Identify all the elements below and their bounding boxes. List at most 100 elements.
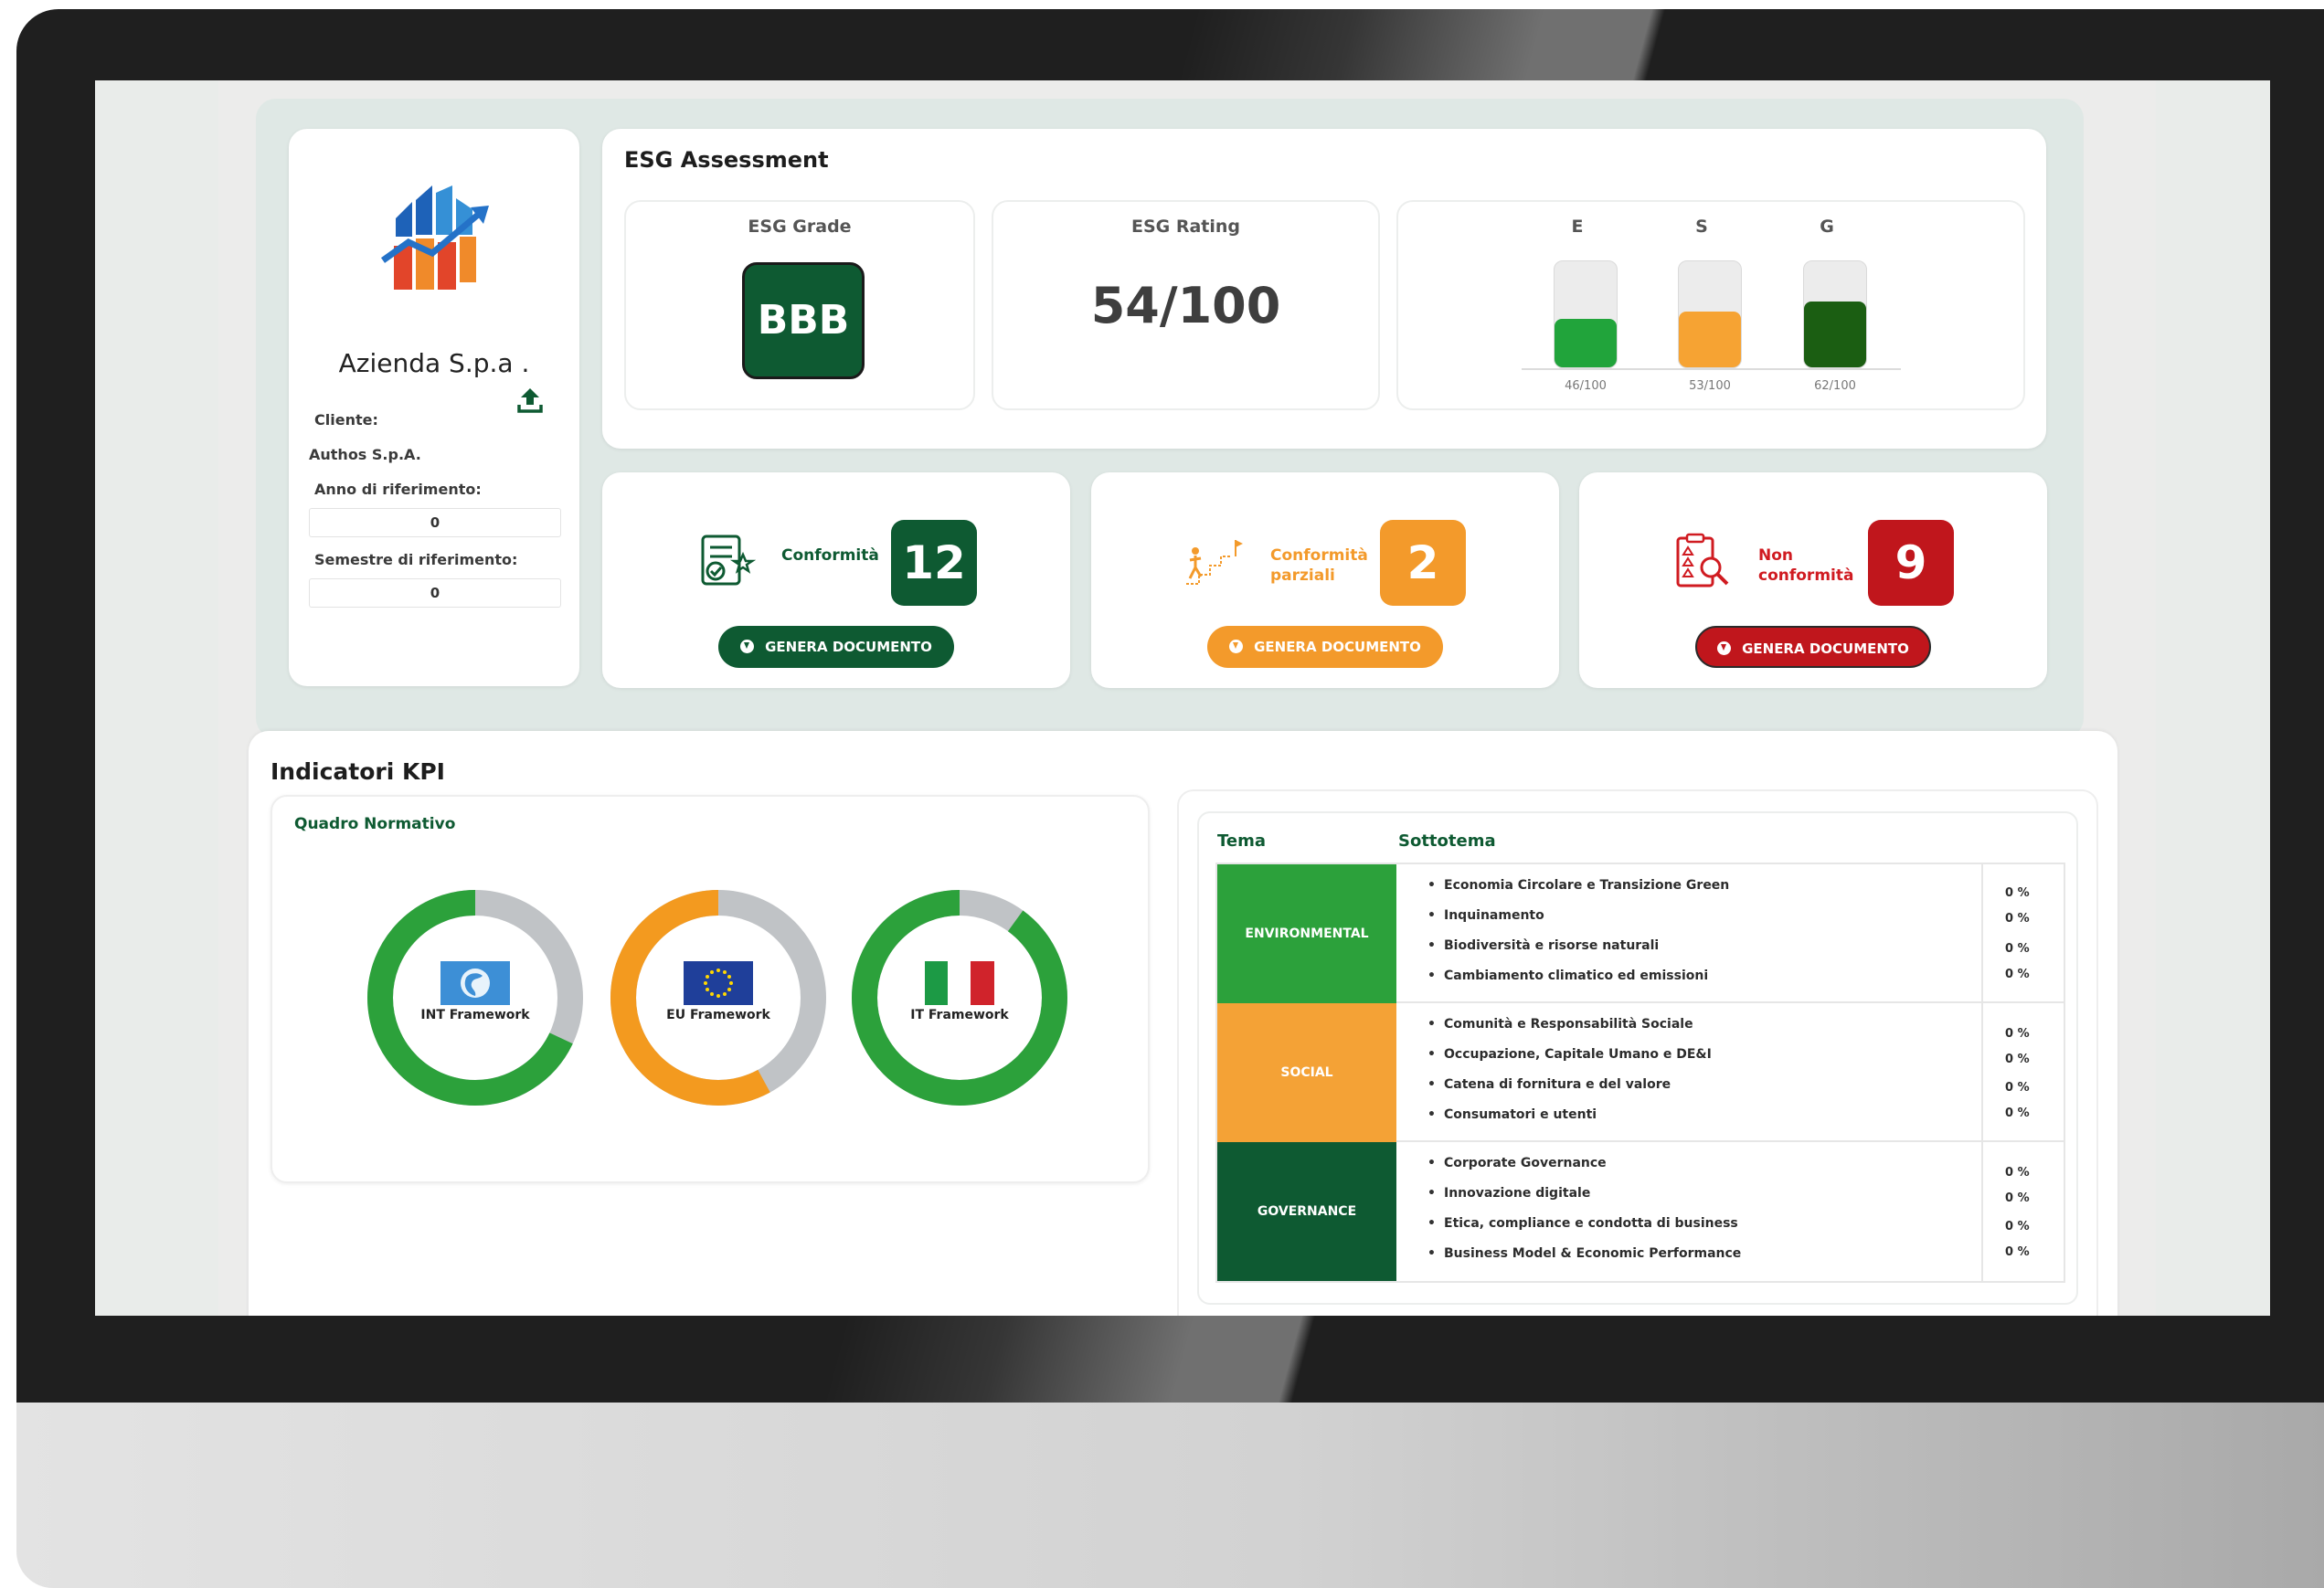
subtheme-list-environmental: Economia Circolare e Transizione Green I… (1427, 877, 1729, 998)
company-card: Azienda S.p.a . Cliente: Authos S.p.A. A… (289, 129, 579, 686)
non-conformity-label-line2: conformità (1758, 566, 1854, 585)
pillar-letter-e: E (1571, 217, 1584, 237)
percent-column: 0 % 0 % 0 % 0 % (1981, 1142, 2064, 1281)
esg-rating-card: ESG Rating 54/100 (992, 200, 1380, 410)
subtheme-list-governance: Corporate Governance Innovazione digital… (1427, 1155, 1741, 1276)
download-icon (1229, 640, 1244, 653)
list-item: Occupazione, Capitale Umano e DE&I (1427, 1046, 1712, 1076)
bar-axis (1522, 368, 1901, 370)
subtheme-list-social: Comunità e Responsabilità Sociale Occupa… (1427, 1016, 1712, 1137)
kpi-title: Indicatori KPI (271, 758, 445, 785)
esg-grade-card: ESG Grade BBB (624, 200, 975, 410)
list-item: Business Model & Economic Performance (1427, 1245, 1741, 1276)
percent-value: 0 % (2005, 1191, 2030, 1205)
percent-value: 0 % (2005, 886, 2030, 900)
pillar-bar-fill-g (1804, 302, 1866, 367)
partial-conformity-label-line1: Conformità (1270, 546, 1368, 565)
list-item: Biodiversità e risorse naturali (1427, 937, 1729, 968)
percent-value: 0 % (2005, 1027, 2030, 1041)
tema-environmental: ENVIRONMENTAL (1217, 864, 1396, 1003)
stairs-climber-icon (1186, 540, 1243, 585)
int-framework-donut[interactable]: INT Framework (366, 888, 585, 1107)
percent-value: 0 % (2005, 1220, 2030, 1233)
eu-framework-donut[interactable]: EU Framework (609, 888, 828, 1107)
upload-icon[interactable] (517, 386, 543, 414)
list-item: Catena di fornitura e del valore (1427, 1076, 1712, 1106)
percent-value: 0 % (2005, 1245, 2030, 1259)
list-item: Etica, compliance e condotta di business (1427, 1215, 1741, 1245)
pillar-letter-s: S (1695, 217, 1708, 237)
sottotema-header: Sottotema (1398, 831, 1496, 851)
percent-value: 0 % (2005, 912, 2030, 926)
document-check-icon (701, 535, 756, 586)
generate-document-button-non-conformity[interactable]: GENERA DOCUMENTO (1695, 626, 1931, 668)
quadro-normativo-title: Quadro Normativo (294, 815, 456, 833)
conformity-label-line1: Conformità (781, 546, 879, 565)
percent-value: 0 % (2005, 942, 2030, 956)
year-field[interactable]: 0 (309, 508, 561, 537)
quadro-normativo-card: Quadro Normativo INT Framework EU Framew… (271, 795, 1150, 1183)
non-conformity-label-line1: Non (1758, 546, 1794, 565)
pillar-letter-g: G (1820, 217, 1834, 237)
esg-rating-label: ESG Rating (1130, 217, 1241, 237)
pillar-score-e: 46/100 (1565, 379, 1607, 393)
esg-rating-value: 54/100 (1090, 277, 1281, 334)
generate-document-button-partial[interactable]: GENERA DOCUMENTO (1207, 626, 1443, 668)
tema-social: SOCIAL (1217, 1003, 1396, 1142)
list-item: Cambiamento climatico ed emissioni (1427, 968, 1729, 998)
generate-document-label: GENERA DOCUMENTO (1254, 639, 1421, 655)
list-item: Inquinamento (1427, 907, 1729, 937)
table-row: SOCIAL Comunità e Responsabilità Sociale… (1217, 1003, 2064, 1142)
download-icon (740, 640, 755, 653)
non-conformity-label: Non conformità (1758, 545, 1853, 586)
partial-conformity-label-line2: parziali (1270, 566, 1335, 585)
esg-assessment-card: ESG Assessment ESG Grade BBB ESG Rating … (602, 129, 2046, 449)
percent-column: 0 % 0 % 0 % 0 % (1981, 864, 2064, 1003)
generate-document-button-conformity[interactable]: GENERA DOCUMENTO (718, 626, 954, 668)
pillar-score-s: 53/100 (1689, 379, 1731, 393)
percent-value: 0 % (2005, 968, 2030, 981)
eu-framework-label: EU Framework (666, 1008, 770, 1022)
non-conformity-card: Non conformità 9 GENERA DOCUMENTO (1579, 472, 2047, 688)
list-item: Comunità e Responsabilità Sociale (1427, 1016, 1712, 1046)
table-row: ENVIRONMENTAL Economia Circolare e Trans… (1217, 864, 2064, 1003)
semester-label: Semestre di riferimento: (314, 551, 518, 568)
conformity-label: Conformità (781, 545, 879, 566)
client-label: Cliente: (314, 411, 378, 429)
tema-governance: GOVERNANCE (1217, 1142, 1396, 1281)
list-item: Consumatori e utenti (1427, 1106, 1712, 1137)
percent-value: 0 % (2005, 1081, 2030, 1095)
clipboard-search-icon (1676, 533, 1729, 588)
partial-conformity-card: Conformità parziali 2 GENERA DOCUMENTO (1091, 472, 1559, 688)
client-value: Authos S.p.A. (309, 446, 421, 463)
int-framework-label: INT Framework (420, 1008, 530, 1022)
percent-value: 0 % (2005, 1166, 2030, 1180)
tema-table-card: Tema Sottotema ENVIRONMENTAL Economia Ci… (1197, 811, 2078, 1305)
it-framework-donut[interactable]: IT Framework (850, 888, 1069, 1107)
pillar-bar-fill-s (1679, 311, 1741, 367)
generate-document-label: GENERA DOCUMENTO (765, 639, 932, 655)
esg-assessment-title: ESG Assessment (624, 147, 829, 173)
pillar-bar-track-e (1554, 260, 1618, 368)
pillar-bar-fill-e (1555, 318, 1617, 367)
tema-table: ENVIRONMENTAL Economia Circolare e Trans… (1215, 863, 2065, 1283)
company-logo (380, 185, 489, 290)
generate-document-label: GENERA DOCUMENTO (1742, 640, 1909, 657)
list-item: Innovazione digitale (1427, 1185, 1741, 1215)
conformity-count: 12 (891, 520, 977, 606)
kpi-section: Indicatori KPI Quadro Normativo INT Fram… (249, 731, 2117, 1316)
pillar-score-g: 62/100 (1814, 379, 1856, 393)
conformity-card: Conformità 12 GENERA DOCUMENTO (602, 472, 1070, 688)
pillar-bar-track-g (1803, 260, 1867, 368)
percent-value: 0 % (2005, 1106, 2030, 1120)
esg-grade-badge: BBB (742, 262, 865, 379)
list-item: Economia Circolare e Transizione Green (1427, 877, 1729, 907)
monitor-stand (16, 1403, 2324, 1588)
partial-conformity-count: 2 (1380, 520, 1466, 606)
semester-field[interactable]: 0 (309, 578, 561, 608)
non-conformity-count: 9 (1868, 520, 1954, 606)
app-screen: Azienda S.p.a . Cliente: Authos S.p.A. A… (95, 80, 2270, 1316)
list-item: Corporate Governance (1427, 1155, 1741, 1185)
eu-flag-icon (684, 961, 753, 1005)
percent-column: 0 % 0 % 0 % 0 % (1981, 1003, 2064, 1142)
